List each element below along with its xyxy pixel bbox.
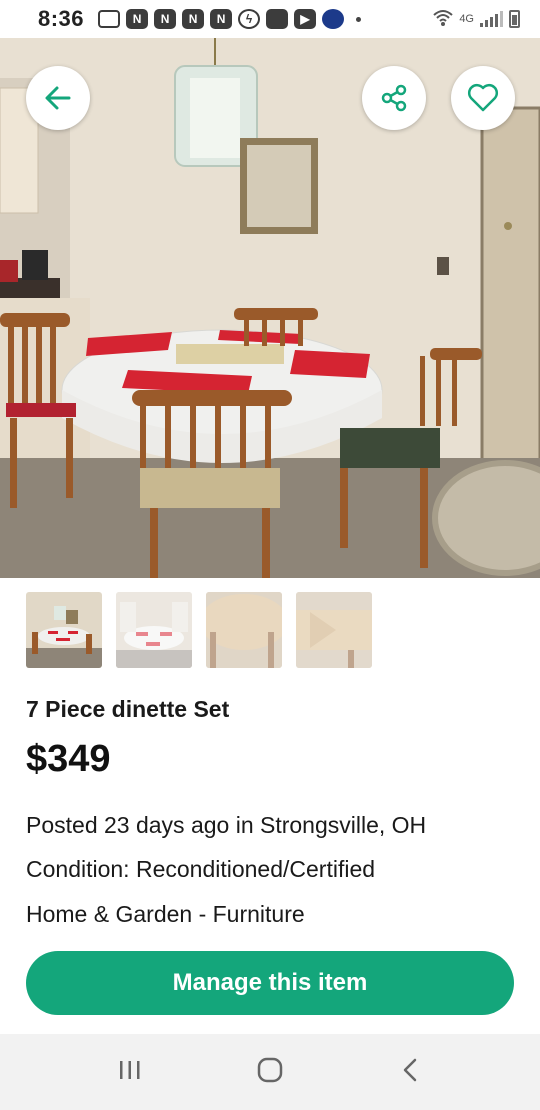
signal-icon bbox=[480, 11, 503, 27]
system-status: 4G bbox=[433, 9, 520, 30]
back-button[interactable] bbox=[26, 66, 90, 130]
n-icon: N bbox=[154, 9, 177, 29]
more-notifications-dot bbox=[356, 16, 362, 22]
home-icon bbox=[256, 1056, 284, 1089]
share-icon bbox=[379, 83, 409, 113]
network-type: 4G bbox=[459, 13, 474, 25]
favorite-button[interactable] bbox=[451, 66, 515, 130]
thumbnail-2[interactable] bbox=[116, 592, 192, 668]
n-icon: N bbox=[182, 9, 205, 29]
listing-title: 7 Piece dinette Set bbox=[26, 696, 230, 722]
back-icon bbox=[400, 1057, 420, 1088]
youtube-icon: ▶ bbox=[294, 9, 317, 29]
posted-info: Posted 23 days ago in Strongsville, OH bbox=[26, 812, 427, 838]
wifi-icon bbox=[433, 9, 453, 30]
battery-icon bbox=[509, 10, 520, 28]
status-time: 8:36 bbox=[38, 6, 85, 31]
home-button[interactable] bbox=[240, 1042, 300, 1102]
manage-item-button[interactable]: Manage this item bbox=[26, 951, 514, 1015]
status-bar: 8:36 N N N N ϟ ▶ 4G bbox=[0, 0, 540, 38]
system-back-button[interactable] bbox=[380, 1042, 440, 1102]
thumbnail-3[interactable] bbox=[206, 592, 282, 668]
n-icon: N bbox=[210, 9, 233, 29]
message-icon bbox=[98, 10, 121, 28]
lightning-icon: ϟ bbox=[238, 9, 261, 29]
share-button[interactable] bbox=[362, 66, 426, 130]
heart-icon bbox=[467, 83, 499, 113]
notification-icons: N N N N ϟ ▶ bbox=[98, 9, 362, 29]
recent-apps-button[interactable] bbox=[100, 1042, 160, 1102]
condition-info: Condition: Reconditioned/Certified bbox=[26, 856, 376, 882]
n-icon: N bbox=[126, 9, 149, 29]
system-nav-bar bbox=[0, 1034, 540, 1110]
thumbnail-1[interactable] bbox=[26, 592, 102, 668]
thumbnail-4[interactable] bbox=[296, 592, 372, 668]
category-info: Home & Garden - Furniture bbox=[26, 901, 305, 927]
moon-icon bbox=[322, 9, 345, 29]
photo-thumbnails bbox=[26, 592, 372, 668]
listing-price: $349 bbox=[26, 738, 111, 780]
listing-main-photo[interactable] bbox=[0, 38, 540, 578]
arrow-left-icon bbox=[43, 83, 73, 113]
call-filter-icon bbox=[266, 9, 289, 29]
recent-apps-icon bbox=[117, 1058, 143, 1087]
